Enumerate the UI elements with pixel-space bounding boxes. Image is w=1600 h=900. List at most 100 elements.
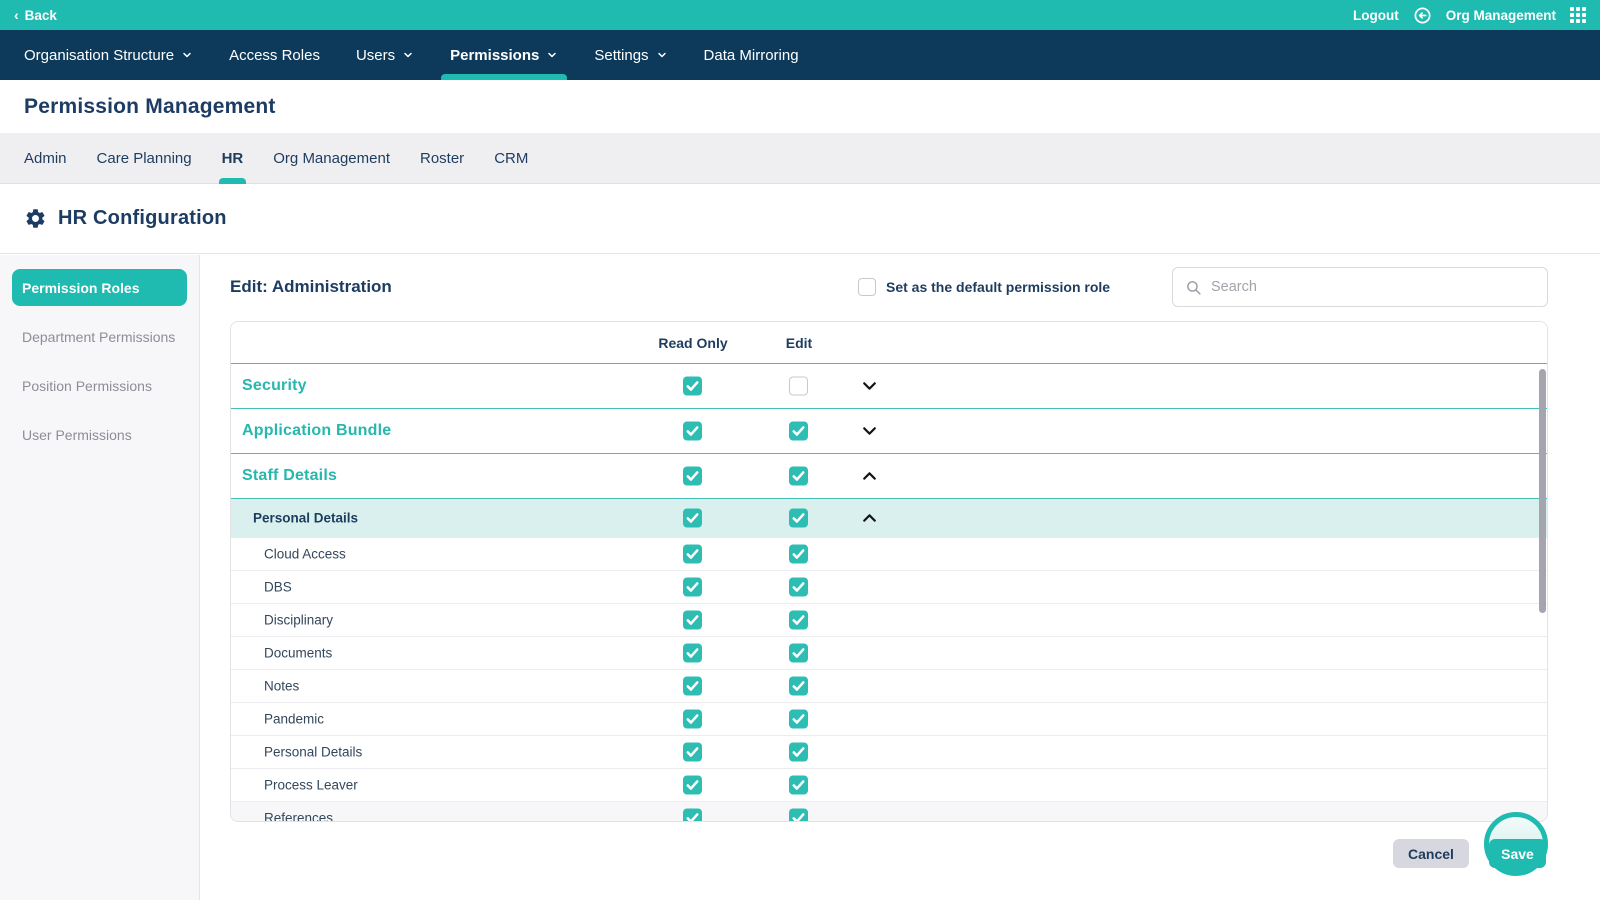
edit-checkbox[interactable]	[789, 808, 808, 821]
default-role-toggle[interactable]: Set as the default permission role	[858, 278, 1110, 296]
section-title: HR Configuration	[58, 207, 227, 229]
table-row-process-leaver[interactable]: Process Leaver	[231, 768, 1547, 801]
table-row-disciplinary[interactable]: Disciplinary	[231, 603, 1547, 636]
edit-checkbox[interactable]	[789, 544, 808, 564]
nav-item-access-roles[interactable]: Access Roles	[229, 30, 320, 80]
chevron-down-icon[interactable]	[859, 376, 880, 397]
table-scrollbar-thumb[interactable]	[1539, 369, 1546, 613]
table-row-references[interactable]: References	[231, 801, 1547, 822]
edit-checkbox[interactable]	[789, 742, 808, 762]
nav-item-label: Access Roles	[229, 46, 320, 64]
edit-checkbox[interactable]	[789, 610, 808, 630]
main-panel: Edit: Administration Set as the default …	[200, 255, 1600, 900]
read-only-checkbox[interactable]	[683, 709, 702, 729]
edit-checkbox[interactable]	[789, 466, 808, 486]
nav-item-label: Permissions	[450, 46, 540, 64]
permissions-sidebar: Permission Roles Department Permissions Po…	[0, 255, 200, 900]
read-only-checkbox[interactable]	[683, 775, 702, 795]
edit-checkbox[interactable]	[789, 643, 808, 663]
sidebar-item-permission-roles[interactable]: Permission Roles	[12, 269, 187, 306]
row-label: DBS	[264, 579, 292, 595]
table-body: Security Application Bundle Staff Details P…	[231, 363, 1547, 822]
chevron-left-icon: ‹	[14, 7, 19, 23]
topbar-right: Logout Org Management	[1353, 6, 1586, 25]
read-only-checkbox[interactable]	[683, 643, 702, 663]
table-row-cloud-access[interactable]: Cloud Access	[231, 537, 1547, 570]
edit-checkbox[interactable]	[789, 709, 808, 729]
search-input[interactable]	[1211, 279, 1547, 295]
sidebar-item-position-permissions[interactable]: Position Permissions	[12, 367, 187, 404]
row-label: Pandemic	[264, 711, 325, 727]
table-row-documents[interactable]: Documents	[231, 636, 1547, 669]
row-label: Personal Details	[264, 744, 363, 760]
nav-item-label: Users	[355, 46, 396, 64]
table-row-pandemic[interactable]: Pandemic	[231, 702, 1547, 735]
tab-label: HR	[221, 149, 244, 167]
nav-item-settings[interactable]: Settings	[594, 30, 667, 80]
search-box	[1172, 267, 1548, 307]
read-only-checkbox[interactable]	[683, 376, 702, 396]
app-switcher-label[interactable]: Org Management	[1446, 8, 1556, 23]
read-only-checkbox[interactable]	[683, 676, 702, 696]
tab-org-management[interactable]: Org Management	[273, 133, 390, 183]
edit-checkbox[interactable]	[789, 421, 808, 441]
search-icon	[1187, 280, 1201, 295]
nav-item-permissions[interactable]: Permissions	[441, 30, 568, 80]
edit-role-title: Edit: Administration	[230, 277, 392, 296]
sidebar-item-user-permissions[interactable]: User Permissions	[12, 416, 187, 453]
read-only-checkbox[interactable]	[683, 577, 702, 597]
tab-care-planning[interactable]: Care Planning	[97, 133, 192, 183]
nav-item-label: Data Mirroring	[703, 46, 799, 64]
table-row-notes[interactable]: Notes	[231, 669, 1547, 702]
row-label: Security	[242, 377, 307, 394]
nav-item-data-mirroring[interactable]: Data Mirroring	[704, 30, 799, 80]
read-only-checkbox[interactable]	[683, 544, 702, 564]
row-label: Staff Details	[242, 467, 338, 484]
read-only-checkbox[interactable]	[683, 508, 702, 528]
read-only-checkbox[interactable]	[683, 466, 702, 486]
sidebar-item-department-permissions[interactable]: Department Permissions	[12, 318, 187, 355]
nav-item-organisation-structure[interactable]: Organisation Structure	[24, 30, 193, 80]
read-only-checkbox[interactable]	[683, 808, 702, 821]
edit-checkbox[interactable]	[789, 676, 808, 696]
gear-icon	[26, 209, 45, 228]
edit-checkbox[interactable]	[789, 376, 808, 396]
read-only-checkbox[interactable]	[683, 610, 702, 630]
tab-roster[interactable]: Roster	[420, 133, 464, 183]
logout-arrow-circle-icon[interactable]	[1413, 6, 1432, 25]
row-label: References	[264, 810, 334, 822]
chevron-up-icon[interactable]	[859, 508, 880, 529]
read-only-checkbox[interactable]	[683, 742, 702, 762]
read-only-checkbox[interactable]	[683, 421, 702, 441]
chevron-down-icon	[181, 49, 193, 61]
edit-checkbox[interactable]	[789, 508, 808, 528]
topbar: ‹ Back Logout Org Management	[0, 0, 1600, 30]
chevron-up-icon[interactable]	[859, 466, 880, 487]
chevron-down-icon	[546, 49, 558, 61]
tab-label: Org Management	[273, 149, 390, 167]
back-button[interactable]: ‹ Back	[14, 7, 57, 23]
table-row-dbs[interactable]: DBS	[231, 570, 1547, 603]
row-label: Notes	[264, 678, 300, 694]
tab-crm[interactable]: CRM	[494, 133, 528, 183]
table-row-security[interactable]: Security	[231, 363, 1547, 408]
table-row-personal-details[interactable]: Personal Details	[231, 498, 1547, 537]
column-header-read-only: Read Only	[658, 334, 728, 351]
tab-admin[interactable]: Admin	[24, 133, 67, 183]
table-row-staff-details[interactable]: Staff Details	[231, 453, 1547, 498]
default-role-checkbox[interactable]	[858, 278, 876, 296]
chevron-down-icon[interactable]	[859, 421, 880, 442]
table-row-application-bundle[interactable]: Application Bundle	[231, 408, 1547, 453]
nav-item-users[interactable]: Users	[356, 30, 414, 80]
cancel-button[interactable]: Cancel	[1393, 839, 1469, 868]
default-role-label: Set as the default permission role	[886, 279, 1111, 295]
edit-checkbox[interactable]	[789, 577, 808, 597]
main-nav: Organisation Structure Access Roles Users P…	[0, 30, 1600, 80]
logout-button[interactable]: Logout	[1353, 8, 1399, 23]
chevron-down-icon	[402, 49, 414, 61]
tab-hr[interactable]: HR	[218, 133, 247, 184]
table-row-personal-details[interactable]: Personal Details	[231, 735, 1547, 768]
edit-checkbox[interactable]	[789, 775, 808, 795]
save-button[interactable]: Save	[1489, 839, 1546, 868]
apps-grid-icon[interactable]	[1570, 7, 1586, 23]
